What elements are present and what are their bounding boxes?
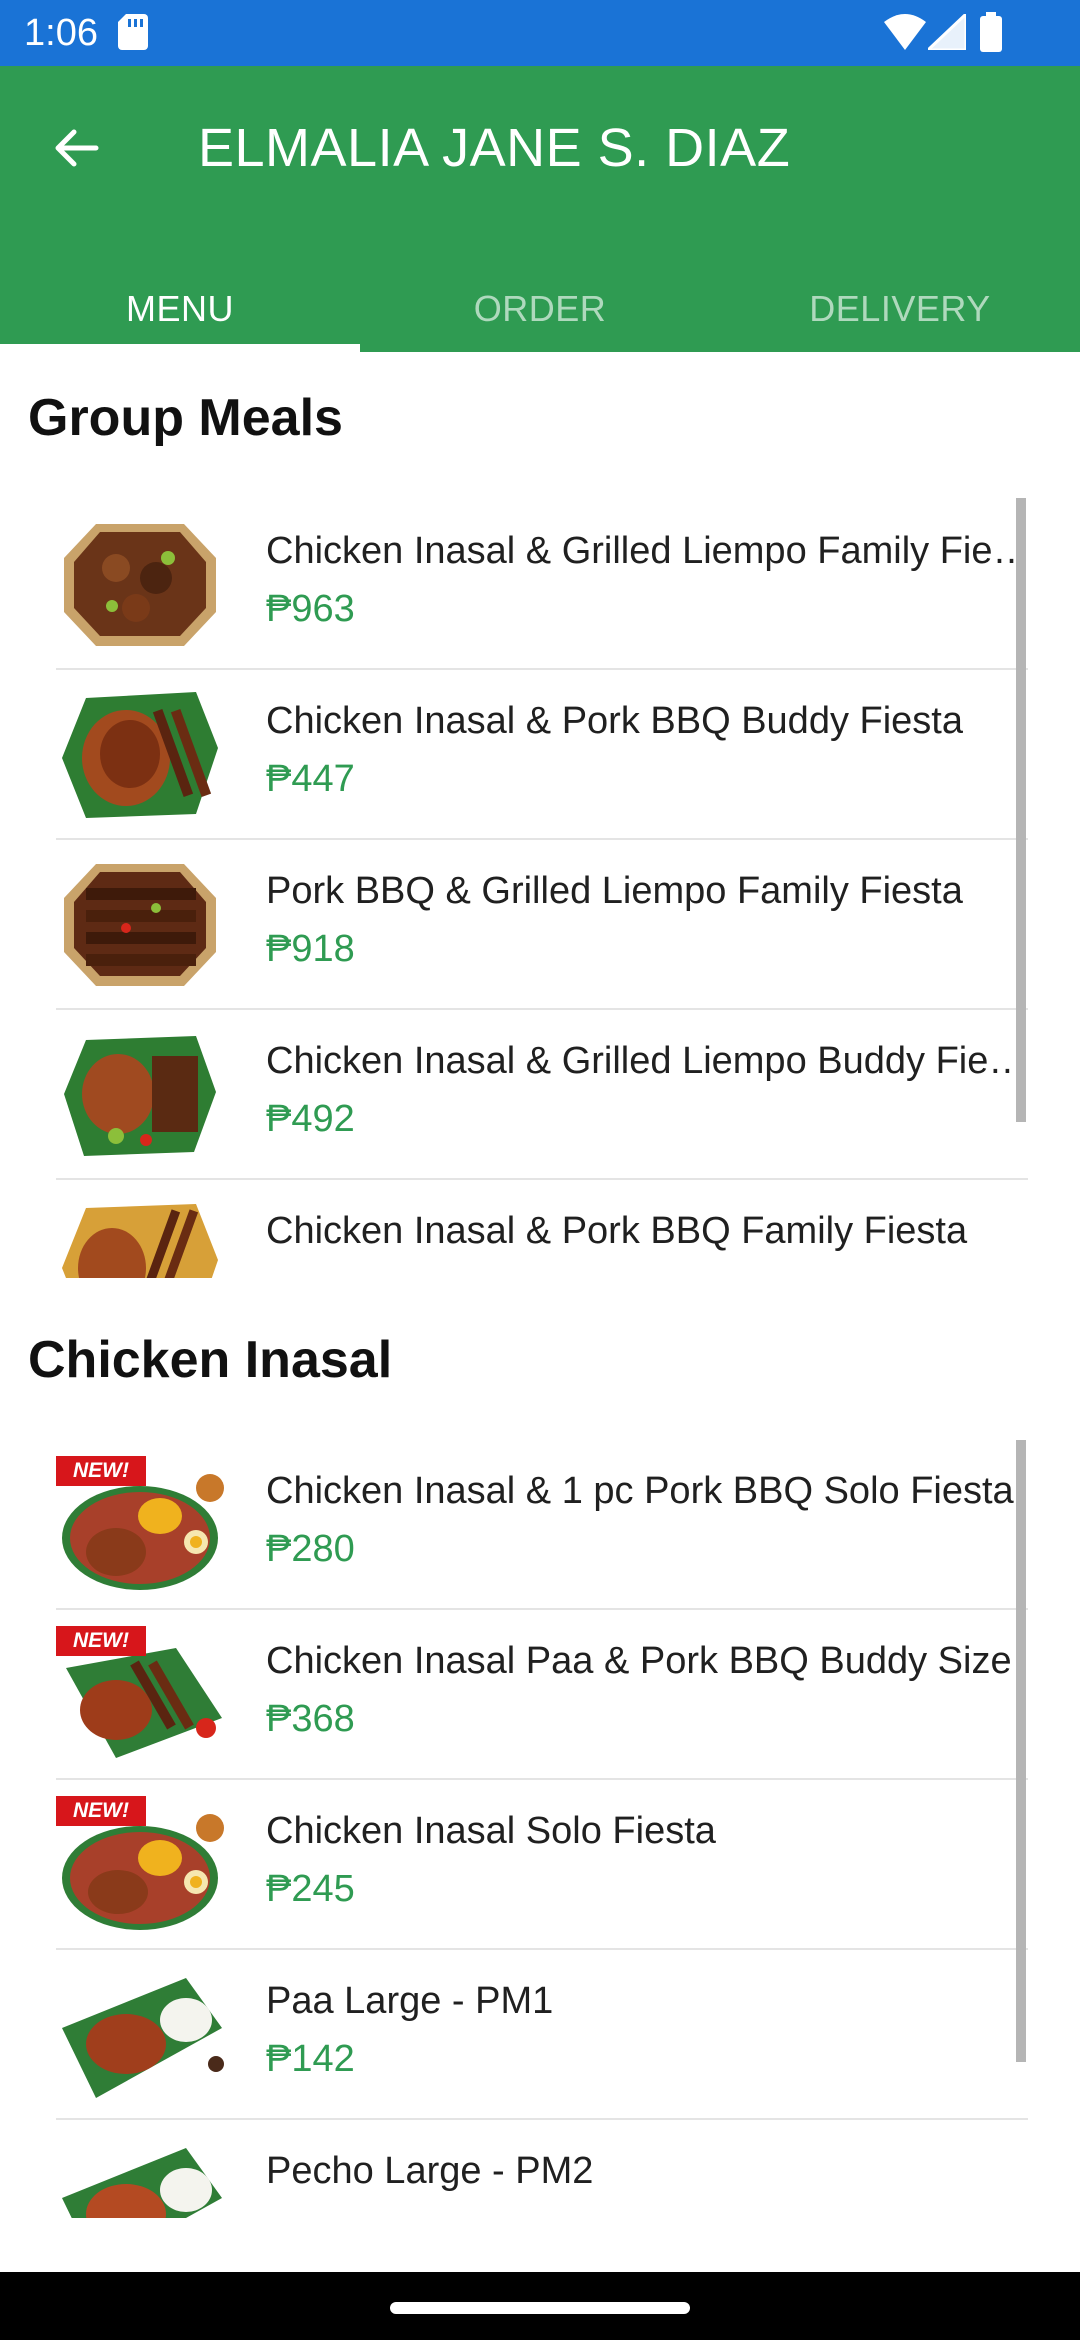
item-price: ₱963 [266, 588, 355, 630]
food-image [64, 524, 216, 646]
item-price: ₱280 [266, 1528, 355, 1570]
list-item[interactable]: Pork BBQ & Grilled Liempo Family Fiesta … [56, 840, 1028, 1010]
list-item[interactable]: NEW! Chicken Inasal Solo Fiesta ₱245 [56, 1780, 1028, 1950]
item-name: Chicken Inasal Solo Fiesta [266, 1810, 716, 1852]
item-name: Chicken Inasal & Grilled Liempo Buddy Fi… [266, 1040, 1027, 1082]
page-title: ELMALIA JANE S. DIAZ [198, 118, 791, 178]
chicken-inasal-scrollbar[interactable] [1016, 1440, 1026, 2062]
food-image [62, 692, 218, 818]
wifi-icon [884, 14, 926, 55]
tab-indicator [0, 344, 360, 352]
food-image [62, 1978, 224, 2098]
tab-bar: MENU ORDER DELIVERY [0, 266, 1080, 352]
tab-order[interactable]: ORDER [360, 266, 720, 352]
tab-delivery[interactable]: DELIVERY [720, 266, 1080, 352]
item-price: ₱918 [266, 928, 355, 970]
battery-icon [980, 12, 1002, 57]
new-badge: NEW! [56, 1626, 146, 1656]
food-image [62, 1204, 218, 1278]
item-price: ₱245 [266, 1868, 355, 1910]
section-title-group-meals: Group Meals [28, 389, 343, 447]
back-button[interactable] [40, 112, 112, 184]
chicken-inasal-list[interactable]: NEW! Chicken Inasal & 1 pc Pork BBQ Solo… [56, 1440, 1028, 2218]
item-name: Chicken Inasal & 1 pc Pork BBQ Solo Fies… [266, 1470, 1014, 1512]
status-bar: 1:06 [0, 0, 1080, 66]
new-badge: NEW! [56, 1796, 146, 1826]
food-image [64, 864, 216, 986]
cell-signal-icon [924, 10, 968, 55]
food-image [62, 2148, 222, 2218]
item-name: Paa Large - PM1 [266, 1980, 554, 2022]
item-price: ₱368 [266, 1698, 355, 1740]
group-meals-scrollbar[interactable] [1016, 498, 1026, 1122]
tab-menu[interactable]: MENU [0, 266, 360, 352]
list-item[interactable]: Pecho Large - PM2 [56, 2120, 1028, 2218]
home-indicator[interactable] [390, 2302, 690, 2314]
arrow-left-icon [55, 129, 99, 167]
list-item[interactable]: Paa Large - PM1 ₱142 [56, 1950, 1028, 2120]
group-meals-list[interactable]: Chicken Inasal & Grilled Liempo Family F… [56, 500, 1028, 1278]
sd-card-icon [118, 14, 148, 55]
status-time: 1:06 [24, 12, 98, 54]
item-price: ₱492 [266, 1098, 355, 1140]
item-name: Chicken Inasal & Pork BBQ Buddy Fiesta [266, 700, 963, 742]
system-nav-bar [0, 2272, 1080, 2340]
list-item[interactable]: Chicken Inasal & Pork BBQ Family Fiesta [56, 1180, 1028, 1278]
item-name: Pork BBQ & Grilled Liempo Family Fiesta [266, 870, 963, 912]
item-price: ₱142 [266, 2038, 355, 2080]
food-image [64, 1036, 216, 1156]
item-name: Chicken Inasal Paa & Pork BBQ Buddy Size [266, 1640, 1012, 1682]
app-bar: ELMALIA JANE S. DIAZ MENU ORDER DELIVERY [0, 66, 1080, 352]
list-item[interactable]: NEW! Chicken Inasal & 1 pc Pork BBQ Solo… [56, 1440, 1028, 1610]
item-name: Pecho Large - PM2 [266, 2150, 594, 2192]
item-name: Chicken Inasal & Pork BBQ Family Fiesta [266, 1210, 968, 1252]
item-price: ₱447 [266, 758, 355, 800]
section-title-chicken-inasal: Chicken Inasal [28, 1331, 393, 1389]
item-name: Chicken Inasal & Grilled Liempo Family F… [266, 530, 1028, 572]
new-badge: NEW! [56, 1456, 146, 1486]
list-item[interactable]: NEW! Chicken Inasal Paa & Pork BBQ Buddy… [56, 1610, 1028, 1780]
list-item[interactable]: Chicken Inasal & Grilled Liempo Family F… [56, 500, 1028, 670]
list-item[interactable]: Chicken Inasal & Pork BBQ Buddy Fiesta ₱… [56, 670, 1028, 840]
list-item[interactable]: Chicken Inasal & Grilled Liempo Buddy Fi… [56, 1010, 1028, 1180]
